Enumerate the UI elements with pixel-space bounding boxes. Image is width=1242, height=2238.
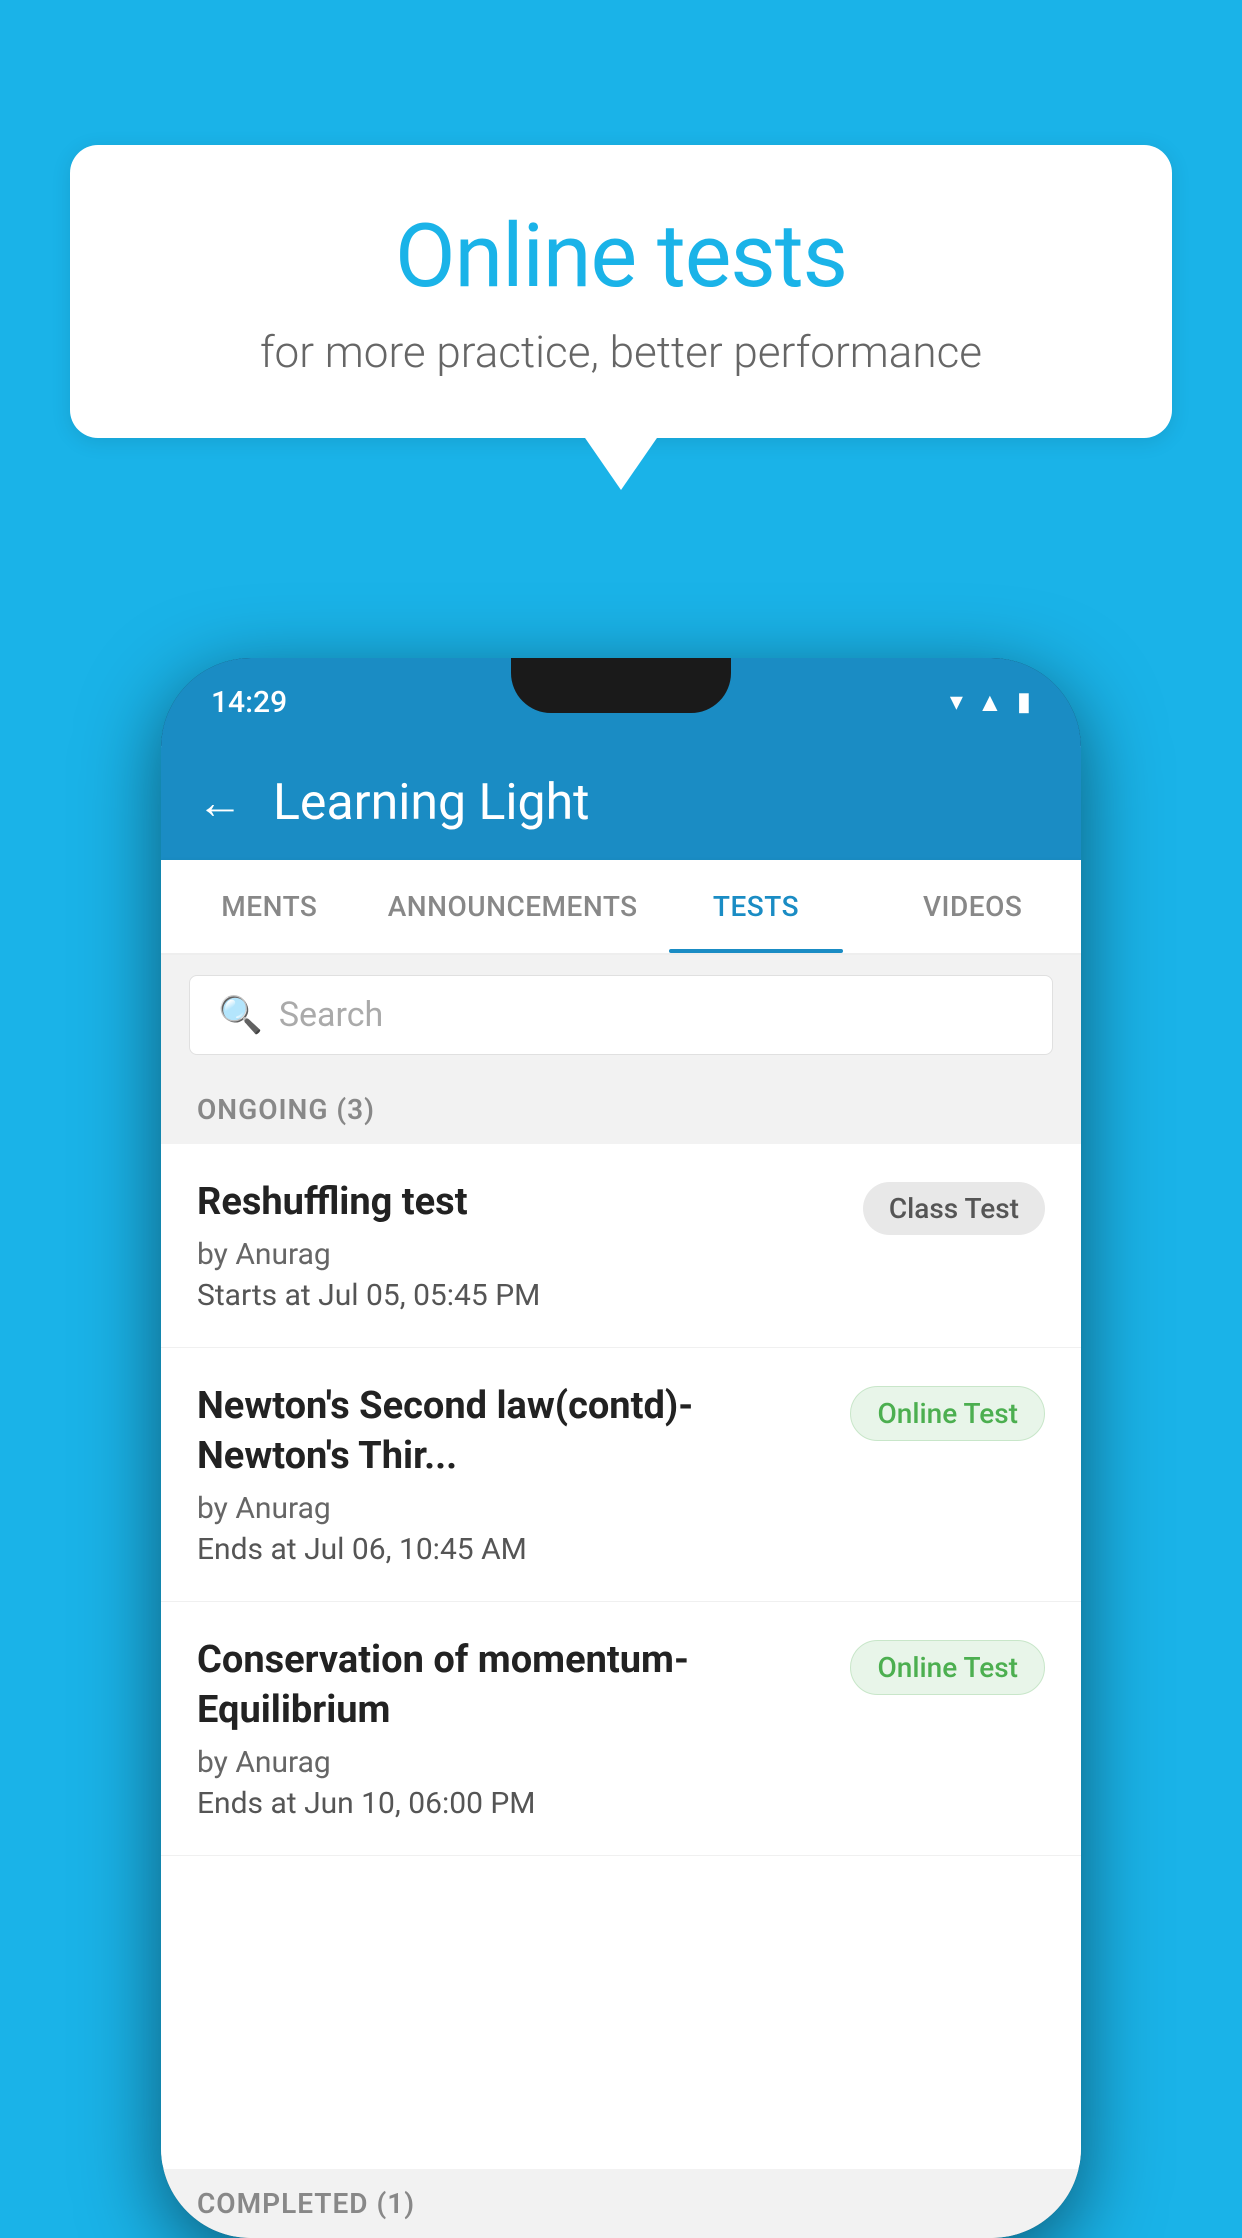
tab-tests[interactable]: TESTS [648, 860, 865, 953]
search-icon: 🔍 [218, 994, 263, 1036]
completed-section-header: COMPLETED (1) [161, 2169, 1081, 2238]
bubble-subtitle: for more practice, better performance [150, 326, 1092, 378]
phone-frame: 14:29 ▾ ▲ ▮ ← Learning Light MENTS ANNOU… [161, 658, 1081, 2238]
search-placeholder: Search [279, 995, 383, 1035]
tab-ments[interactable]: MENTS [161, 860, 378, 953]
test-item-2[interactable]: Newton's Second law(contd)-Newton's Thir… [161, 1348, 1081, 1602]
test-content-1: Reshuffling test by Anurag Starts at Jul… [197, 1178, 843, 1313]
speech-bubble: Online tests for more practice, better p… [70, 145, 1172, 438]
tab-videos[interactable]: VIDEOS [864, 860, 1081, 953]
tabs-bar: MENTS ANNOUNCEMENTS TESTS VIDEOS [161, 860, 1081, 955]
test-badge-1: Class Test [863, 1182, 1045, 1235]
test-title-3: Conservation of momentum-Equilibrium [197, 1636, 830, 1735]
speech-bubble-container: Online tests for more practice, better p… [70, 145, 1172, 438]
search-bar[interactable]: 🔍 Search [189, 975, 1053, 1055]
test-content-3: Conservation of momentum-Equilibrium by … [197, 1636, 830, 1821]
app-header: ← Learning Light [161, 746, 1081, 860]
test-item-1[interactable]: Reshuffling test by Anurag Starts at Jul… [161, 1144, 1081, 1348]
test-title-1: Reshuffling test [197, 1178, 843, 1227]
phone-screen: ← Learning Light MENTS ANNOUNCEMENTS TES… [161, 746, 1081, 2238]
test-date-1: Starts at Jul 05, 05:45 PM [197, 1278, 843, 1313]
test-date-2: Ends at Jul 06, 10:45 AM [197, 1532, 830, 1567]
test-item-3[interactable]: Conservation of momentum-Equilibrium by … [161, 1602, 1081, 1856]
completed-label: COMPLETED (1) [197, 2187, 415, 2220]
test-by-3: by Anurag [197, 1745, 830, 1780]
test-by-1: by Anurag [197, 1237, 843, 1272]
test-badge-3: Online Test [850, 1640, 1045, 1695]
search-container: 🔍 Search [161, 955, 1081, 1075]
status-icons: ▾ ▲ ▮ [950, 687, 1031, 718]
test-by-2: by Anurag [197, 1491, 830, 1526]
back-button[interactable]: ← [197, 780, 243, 826]
test-content-2: Newton's Second law(contd)-Newton's Thir… [197, 1382, 830, 1567]
bubble-title: Online tests [150, 205, 1092, 308]
signal-icon: ▲ [977, 687, 1003, 718]
test-badge-2: Online Test [850, 1386, 1045, 1441]
ongoing-label: ONGOING (3) [197, 1093, 375, 1126]
test-title-2: Newton's Second law(contd)-Newton's Thir… [197, 1382, 830, 1481]
tests-list: Reshuffling test by Anurag Starts at Jul… [161, 1144, 1081, 2165]
battery-icon: ▮ [1017, 687, 1031, 717]
status-time: 14:29 [211, 685, 287, 720]
app-title: Learning Light [273, 774, 590, 832]
wifi-icon: ▾ [950, 687, 963, 717]
ongoing-section-header: ONGOING (3) [161, 1075, 1081, 1144]
status-bar: 14:29 ▾ ▲ ▮ [161, 658, 1081, 746]
tab-announcements[interactable]: ANNOUNCEMENTS [378, 860, 648, 953]
test-date-3: Ends at Jun 10, 06:00 PM [197, 1786, 830, 1821]
